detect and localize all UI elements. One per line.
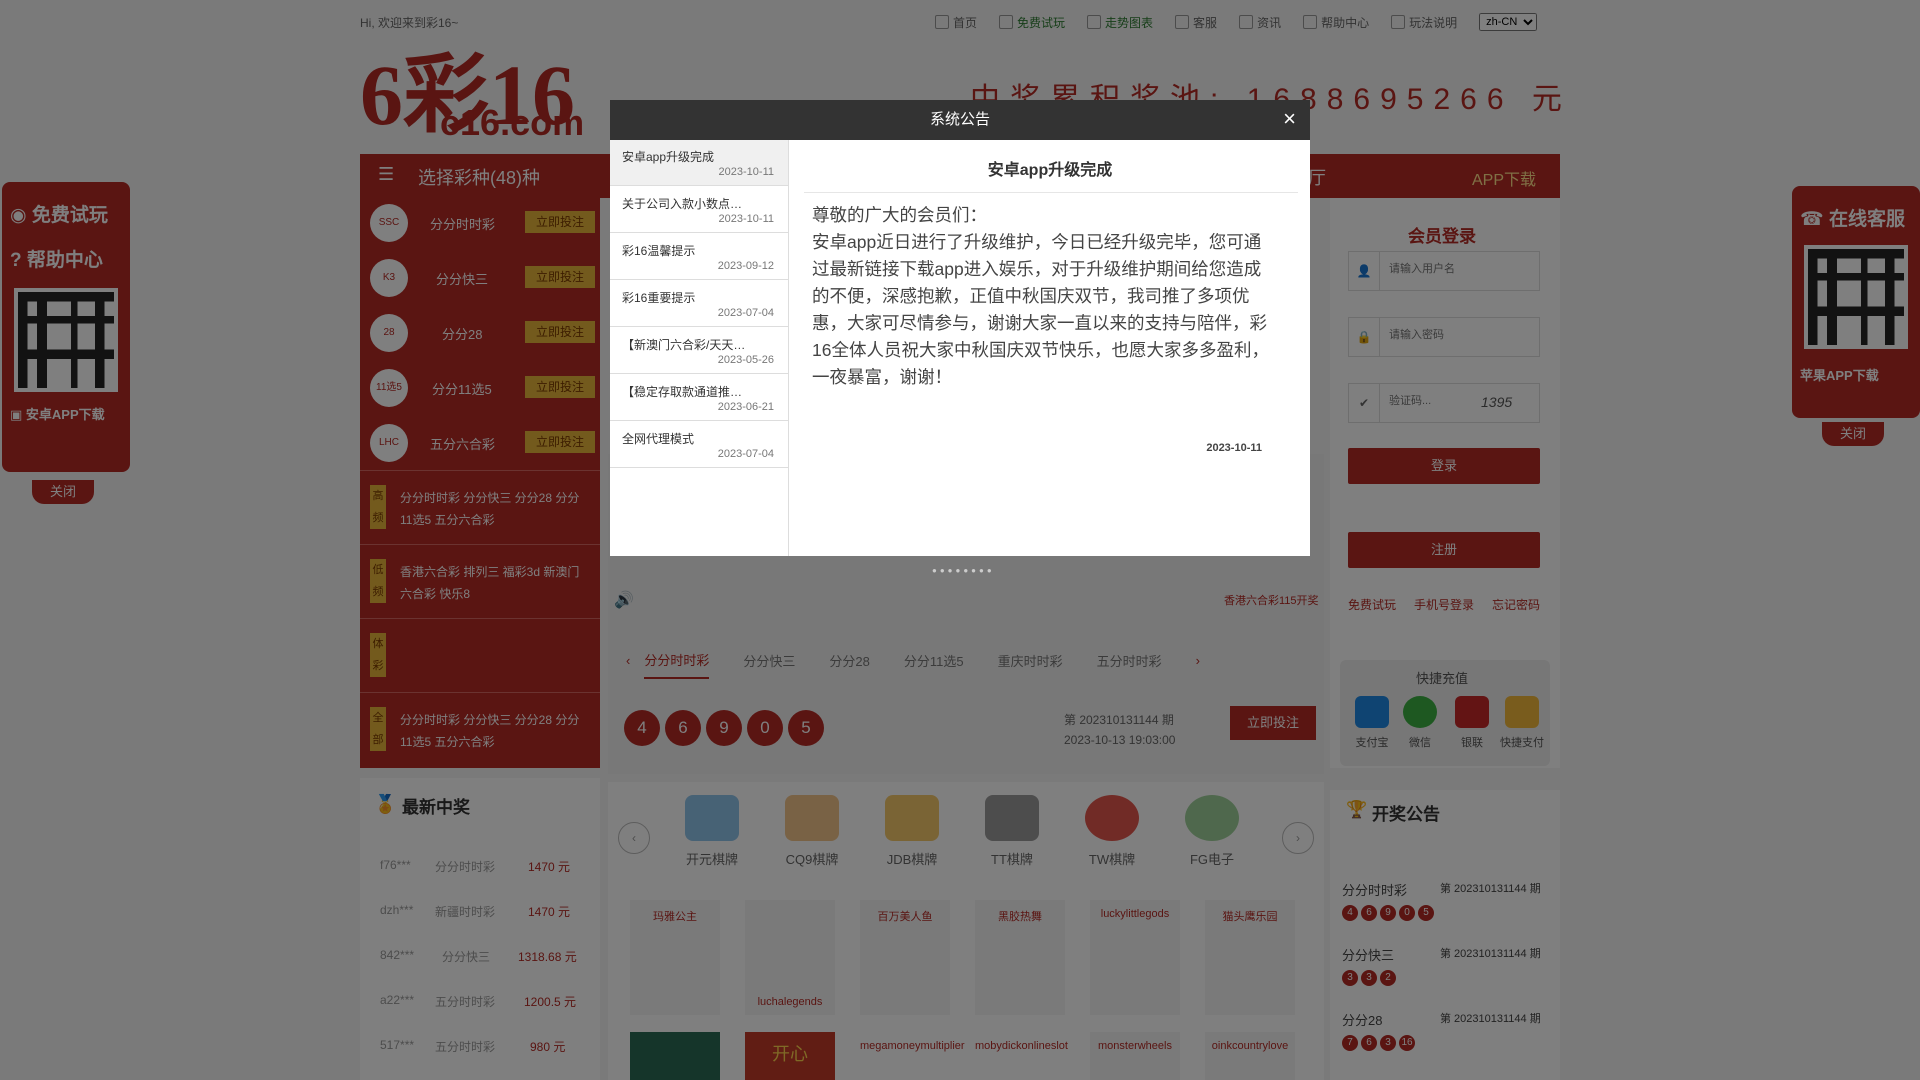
announcement-item[interactable]: 关于公司入款小数点… 2023-10-11 — [610, 187, 788, 233]
carousel-dots[interactable]: ●●●●●●●● — [932, 566, 995, 575]
article-body: 尊敬的广大的会员们： 安卓app近日进行了升级维护，今日已经升级完毕，您可通过最… — [812, 205, 1269, 387]
announcement-item[interactable]: 【新澳门六合彩/天天… 2023-05-26 — [610, 328, 788, 374]
announcement-item[interactable]: 彩16温馨提示 2023-09-12 — [610, 234, 788, 280]
close-icon[interactable]: × — [1283, 108, 1296, 130]
divider — [804, 192, 1298, 193]
announcement-list: 安卓app升级完成 2023-10-11 关于公司入款小数点… 2023-10-11… — [610, 140, 789, 556]
announcement-modal: 系统公告 × 安卓app升级完成 2023-10-11 关于公司入款小数点… 202… — [610, 100, 1310, 556]
article-date: 2023-10-11 — [1206, 442, 1262, 454]
modal-title: 系统公告 — [929, 111, 990, 128]
announcement-item[interactable]: 彩16重要提示 2023-07-04 — [610, 281, 788, 327]
announcement-content: 安卓app升级完成 尊敬的广大的会员们： 安卓app近日进行了升级维护，今日已经… — [800, 140, 1300, 556]
announcement-item[interactable]: 安卓app升级完成 2023-10-11 — [610, 140, 788, 186]
modal-header: 系统公告 × — [610, 100, 1310, 140]
announcement-item[interactable]: 全网代理模式 2023-07-04 — [610, 422, 788, 468]
announcement-item[interactable]: 【稳定存取款通道推… 2023-06-21 — [610, 375, 788, 421]
article-title: 安卓app升级完成 — [987, 162, 1113, 179]
